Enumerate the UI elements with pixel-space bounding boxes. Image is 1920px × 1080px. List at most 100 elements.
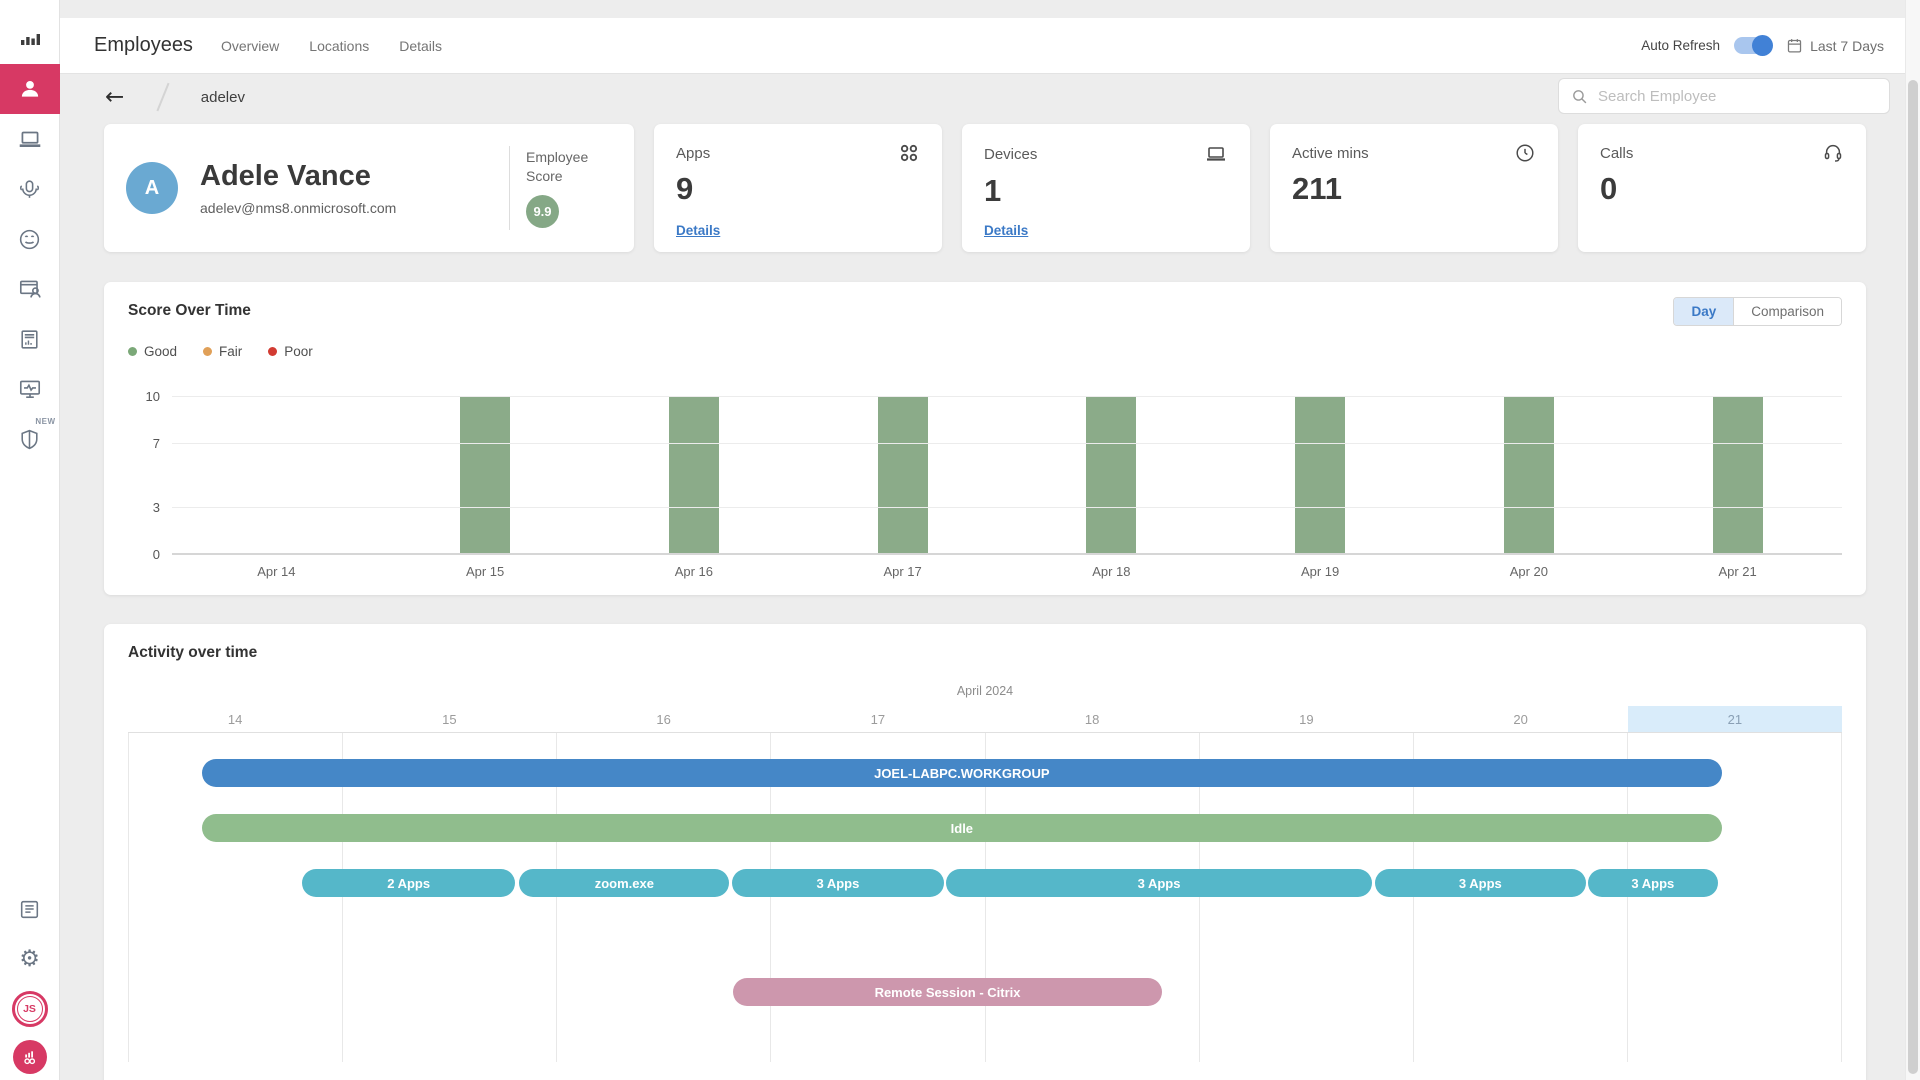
search-input[interactable] [1598, 88, 1877, 105]
notes-icon [17, 897, 42, 922]
score-chart-y-axis: 03710 [128, 397, 172, 555]
employee-search [1558, 78, 1890, 114]
day-cell-17[interactable]: 17 [771, 706, 985, 732]
employee-card: A Adele Vance adelev@nms8.onmicrosoft.co… [104, 124, 634, 252]
timeline-day-axis: 1415161718192021 [128, 706, 1842, 732]
clock-icon [1514, 142, 1536, 164]
view-toggle-comparison[interactable]: Comparison [1733, 298, 1841, 325]
sidebar-item-monitoring[interactable] [0, 364, 60, 414]
sidebar-item-notes[interactable] [0, 884, 60, 934]
details-link[interactable]: Details [676, 223, 720, 238]
tab-overview[interactable]: Overview [221, 32, 279, 60]
details-link[interactable]: Details [984, 223, 1028, 238]
day-cell-15[interactable]: 15 [342, 706, 556, 732]
headset-icon [1822, 142, 1844, 164]
employee-score-badge: 9.9 [526, 195, 559, 228]
view-toggle-day[interactable]: Day [1674, 298, 1733, 325]
card-divider [509, 146, 510, 230]
x-tick-label: Apr 15 [381, 564, 590, 579]
activity-panel-title: Activity over time [128, 644, 1842, 662]
legend-item-good: Good [128, 344, 177, 359]
microphone-icon [17, 177, 42, 202]
gantt-bar-apps[interactable]: 2 Apps [302, 869, 515, 897]
day-cell-21[interactable]: 21 [1628, 706, 1842, 732]
laptop-icon [1204, 142, 1228, 166]
monitor-pulse-icon [17, 376, 43, 402]
legend-label: Fair [219, 344, 242, 359]
gantt-bar-apps[interactable]: 3 Apps [946, 869, 1371, 897]
score-panel-title: Score Over Time [128, 302, 1842, 320]
score-bar [1086, 397, 1136, 555]
breadcrumb: ← adelev [60, 74, 1920, 120]
gantt-bar-idle[interactable]: Idle [202, 814, 1722, 842]
day-cell-16[interactable]: 16 [557, 706, 771, 732]
summary-cards: A Adele Vance adelev@nms8.onmicrosoft.co… [104, 124, 1866, 252]
score-bar [460, 397, 510, 555]
legend-dot [203, 347, 212, 356]
day-cell-18[interactable]: 18 [985, 706, 1199, 732]
date-range-picker[interactable]: Last 7 Days [1786, 37, 1884, 54]
activity-gantt: JOEL-LABPC.WORKGROUPIdle2 Appszoom.exe3 … [128, 732, 1842, 1062]
score-bar-column [172, 397, 381, 555]
sidebar-item-reports[interactable] [0, 314, 60, 364]
gantt-bar-apps[interactable]: 3 Apps [732, 869, 943, 897]
x-tick-label: Apr 21 [1633, 564, 1842, 579]
sidebar-item-employees[interactable] [0, 64, 60, 114]
scrollbar-thumb[interactable] [1908, 80, 1918, 1074]
header-tabs: Overview Locations Details [221, 32, 442, 60]
sidebar-item-user-sessions[interactable] [0, 264, 60, 314]
sidebar-item-settings[interactable]: ⚙ [0, 934, 60, 984]
stat-value: 211 [1292, 171, 1536, 207]
gridline [172, 507, 1842, 508]
day-cell-14[interactable]: 14 [128, 706, 342, 732]
auto-refresh-toggle[interactable] [1734, 37, 1772, 54]
sidebar-item-wellbeing[interactable] [0, 214, 60, 264]
top-strip [60, 0, 1920, 18]
main-content: Employees OverviewLocationsDetails Auto … [60, 0, 1920, 1080]
y-tick-label: 3 [153, 500, 160, 515]
brand-logo-item[interactable] [0, 1034, 60, 1080]
day-cell-20[interactable]: 20 [1414, 706, 1628, 732]
gridline [172, 396, 1842, 397]
legend-item-fair: Fair [203, 344, 242, 359]
score-bar [1713, 397, 1763, 555]
back-arrow-icon[interactable]: ← [105, 86, 124, 109]
gantt-bar-apps[interactable]: 3 Apps [1588, 869, 1718, 897]
employee-email: adelev@nms8.onmicrosoft.com [200, 200, 493, 216]
stat-label: Devices [984, 146, 1037, 163]
user-avatar-menu[interactable]: JS [0, 984, 60, 1034]
avatar-initials: JS [17, 996, 43, 1022]
auto-refresh-label: Auto Refresh [1641, 38, 1720, 53]
sidebar-item-meetings[interactable] [0, 164, 60, 214]
stat-label: Apps [676, 145, 710, 162]
avatar: JS [12, 991, 48, 1027]
stat-label: Active mins [1292, 145, 1369, 162]
score-bar [669, 397, 719, 555]
x-tick-label: Apr 19 [1216, 564, 1425, 579]
date-range-label: Last 7 Days [1810, 38, 1884, 54]
gantt-bar-apps[interactable]: zoom.exe [519, 869, 729, 897]
gantt-bar-remote-session[interactable]: Remote Session - Citrix [733, 978, 1161, 1006]
sidebar-item-devices[interactable] [0, 114, 60, 164]
breadcrumb-divider [157, 83, 170, 111]
score-bar [1295, 397, 1345, 555]
score-bar-column [590, 397, 799, 555]
tab-details[interactable]: Details [399, 32, 442, 60]
gear-icon: ⚙ [19, 948, 40, 971]
stat-value: 0 [1600, 171, 1844, 207]
day-comparison-toggle: DayComparison [1673, 297, 1842, 326]
search-icon [1571, 88, 1588, 105]
gantt-bar-apps[interactable]: 3 Apps [1375, 869, 1586, 897]
new-badge: NEW [35, 417, 55, 426]
tab-locations[interactable]: Locations [309, 32, 369, 60]
sidebar-item-security[interactable]: NEW [0, 414, 60, 464]
header-controls: Auto Refresh Last 7 Days [1641, 37, 1884, 54]
day-cell-19[interactable]: 19 [1199, 706, 1413, 732]
gantt-bar-machine[interactable]: JOEL-LABPC.WORKGROUP [202, 759, 1722, 787]
legend-label: Poor [284, 344, 313, 359]
smiley-icon [17, 227, 42, 252]
brand-logo-icon [13, 1040, 47, 1074]
stat-value: 9 [676, 171, 920, 207]
sidebar-item-analytics[interactable] [0, 14, 60, 64]
shield-icon [17, 427, 42, 452]
